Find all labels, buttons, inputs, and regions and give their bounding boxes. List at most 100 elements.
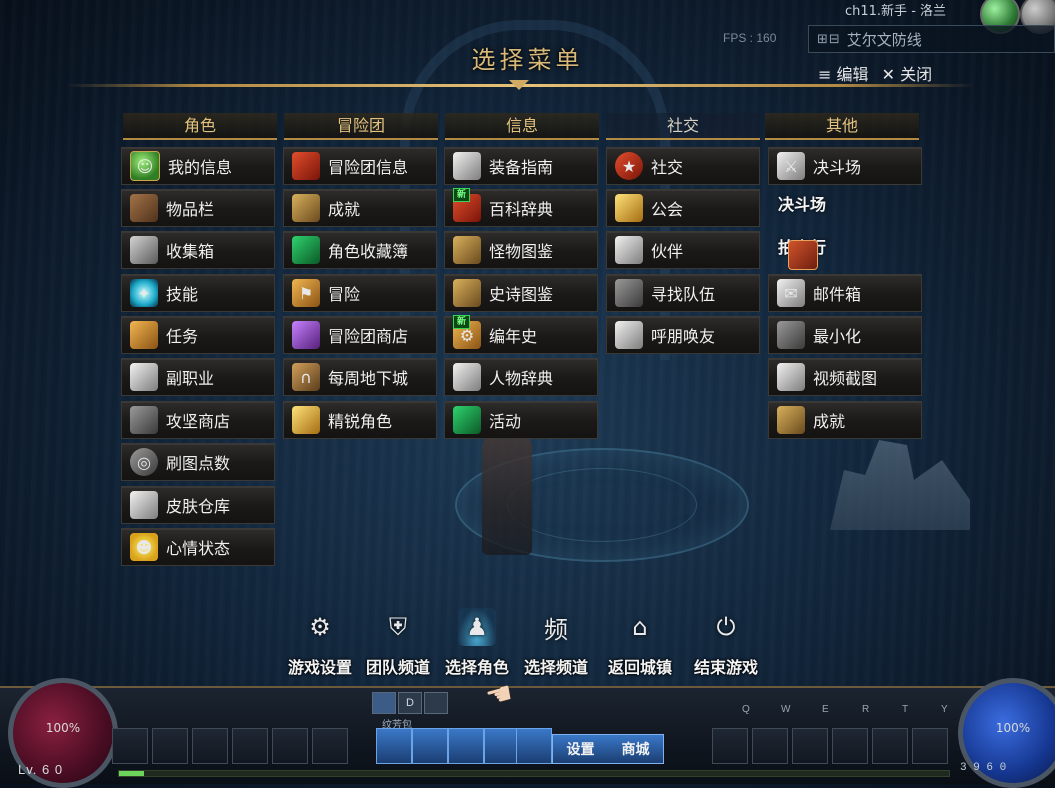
inventory-icon (130, 194, 158, 222)
menu-item-find-party[interactable]: 寻找队伍 (606, 274, 760, 312)
menu-actions: ≡ 编辑 ✕ 关闭 (818, 61, 940, 85)
shop-button[interactable]: 商城 (622, 739, 650, 759)
game-settings-button[interactable]: ⚙ 游戏设置 (280, 608, 360, 678)
quick-slot[interactable] (484, 728, 520, 764)
skill-icon: ✦ (130, 279, 158, 307)
close-button[interactable]: ✕ 关闭 (882, 65, 933, 84)
camera-icon (777, 363, 805, 391)
menu-item-collection-box[interactable]: 收集箱 (121, 231, 275, 269)
skill-slot[interactable] (712, 728, 748, 764)
menu-item-dungeon-points[interactable]: ◎ 刷图点数 (121, 443, 275, 481)
select-character-button[interactable]: ♟ 选择角色 (437, 608, 517, 678)
menu-item-character-album[interactable]: 角色收藏簿 (283, 231, 437, 269)
quick-slot[interactable] (376, 728, 412, 764)
character-album-icon (292, 236, 320, 264)
raid-shop-icon (130, 406, 158, 434)
menu-item-weekly-dungeon[interactable]: ∩ 每周地下城 (283, 358, 437, 396)
menu-item-adventure[interactable]: ⚑ 冒险 (283, 274, 437, 312)
menu-item-elite-character[interactable]: 精锐角色 (283, 401, 437, 439)
new-badge: 新 (453, 315, 471, 329)
menu-item-invite-friends[interactable]: 呼朋唤友 (606, 316, 760, 354)
item-slot[interactable] (112, 728, 148, 764)
gear-icon: ⚙ (309, 613, 331, 641)
banner-icon (292, 152, 320, 180)
column-header-adventure-team: 冒险团 (284, 113, 438, 140)
select-channel-button[interactable]: 频 选择频道 (516, 608, 596, 678)
menu-item-subclass[interactable]: 副职业 (121, 358, 275, 396)
penguin-icon (615, 321, 643, 349)
settings-shortcut-button[interactable]: 设置 (567, 739, 595, 759)
menu-item-my-info[interactable]: ☺ 我的信息 (121, 147, 275, 185)
skill-slot[interactable] (792, 728, 828, 764)
crossed-swords-icon: ⚔ (777, 152, 805, 180)
epic-book-icon (453, 279, 481, 307)
column-header-social: 社交 (606, 113, 760, 140)
home-icon: ⌂ (632, 613, 648, 641)
menu-item-screenshot[interactable]: 视频截图 (768, 358, 922, 396)
skill-slot[interactable] (912, 728, 948, 764)
new-badge: 新 (453, 188, 471, 202)
menu-item-achievements-2[interactable]: 成就 (768, 401, 922, 439)
item-slot[interactable] (152, 728, 188, 764)
menu-item-mailbox[interactable]: ✉ 邮件箱 (768, 274, 922, 312)
skill-slot[interactable] (752, 728, 788, 764)
quick-slot[interactable] (412, 728, 448, 764)
exp-bar-fill (119, 771, 144, 776)
achievement-scroll-icon (777, 406, 805, 434)
settings-shop-buttons[interactable]: 设置 商城 (552, 734, 664, 764)
menu-item-guild[interactable]: 公会 (606, 189, 760, 227)
shield-icon: ⛨ (389, 613, 407, 641)
power-icon: ⏻ (716, 613, 736, 641)
menu-item-events[interactable]: 活动 (444, 401, 598, 439)
menu-item-people-dictionary[interactable]: 人物辞典 (444, 358, 598, 396)
monster-book-icon (453, 236, 481, 264)
return-town-button[interactable]: ⌂ 返回城镇 (600, 608, 680, 678)
weekly-dungeon-gate-icon: ∩ (292, 363, 320, 391)
quickbar-tab[interactable] (372, 692, 396, 714)
quick-slot[interactable] (448, 728, 484, 764)
dragging-item-arena[interactable]: 决斗场 (778, 191, 826, 215)
menu-item-quests[interactable]: 任务 (121, 316, 275, 354)
character-icon: ☺ (130, 151, 160, 181)
quick-slot[interactable] (516, 728, 552, 764)
menu-item-arena[interactable]: ⚔ 决斗场 (768, 147, 922, 185)
menu-item-encyclopedia[interactable]: 新 百科辞典 (444, 188, 598, 227)
skill-slot[interactable] (872, 728, 908, 764)
channel-icon: 频 (544, 615, 568, 644)
dungeon-points-icon: ◎ (130, 448, 158, 476)
menu-item-partners[interactable]: 伙伴 (606, 231, 760, 269)
adventure-flag-icon: ⚑ (292, 279, 320, 307)
exit-game-button[interactable]: ⏻ 结束游戏 (686, 608, 766, 678)
server-name: ch11.新手 - 洛兰 (845, 4, 947, 19)
character-level: Lv. 6 0 (18, 762, 64, 777)
menu-item-social[interactable]: ★ 社交 (606, 147, 760, 185)
menu-item-skin-storage[interactable]: 皮肤仓库 (121, 486, 275, 524)
skill-slot[interactable] (832, 728, 868, 764)
quickbar-tab[interactable]: D (398, 692, 422, 714)
item-slot[interactable] (272, 728, 308, 764)
menu-item-adventure-team-shop[interactable]: 冒险团商店 (283, 316, 437, 354)
menu-item-inventory[interactable]: 物品栏 (121, 189, 275, 227)
menu-item-adventure-team-info[interactable]: 冒险团信息 (283, 147, 437, 185)
menu-item-minimize[interactable]: 最小化 (768, 316, 922, 354)
menu-item-mood[interactable]: ☻ 心情状态 (121, 528, 275, 566)
team-channel-button[interactable]: ⛨ 团队频道 (358, 608, 438, 678)
menu-item-monster-book[interactable]: 怪物图鉴 (444, 231, 598, 269)
quickbar-tabs[interactable]: D (372, 692, 448, 714)
item-slot[interactable] (312, 728, 348, 764)
menu-item-raid-shop[interactable]: 攻坚商店 (121, 401, 275, 439)
menu-item-chronicle[interactable]: 新 ⚙ 编年史 (444, 315, 598, 354)
collection-box-icon (130, 236, 158, 264)
elite-character-icon (292, 406, 320, 434)
edit-button[interactable]: ≡ 编辑 (818, 65, 869, 84)
menu-item-equipment-guide[interactable]: 装备指南 (444, 147, 598, 185)
skin-storage-icon (130, 491, 158, 519)
minimize-icon (777, 321, 805, 349)
menu-item-epic-book[interactable]: 史诗图鉴 (444, 274, 598, 312)
menu-item-achievements[interactable]: 成就 (283, 189, 437, 227)
item-slot[interactable] (192, 728, 228, 764)
menu-item-skills[interactable]: ✦ 技能 (121, 274, 275, 312)
item-slot[interactable] (232, 728, 268, 764)
quickbar-tab[interactable] (424, 692, 448, 714)
guild-shop-icon (292, 321, 320, 349)
